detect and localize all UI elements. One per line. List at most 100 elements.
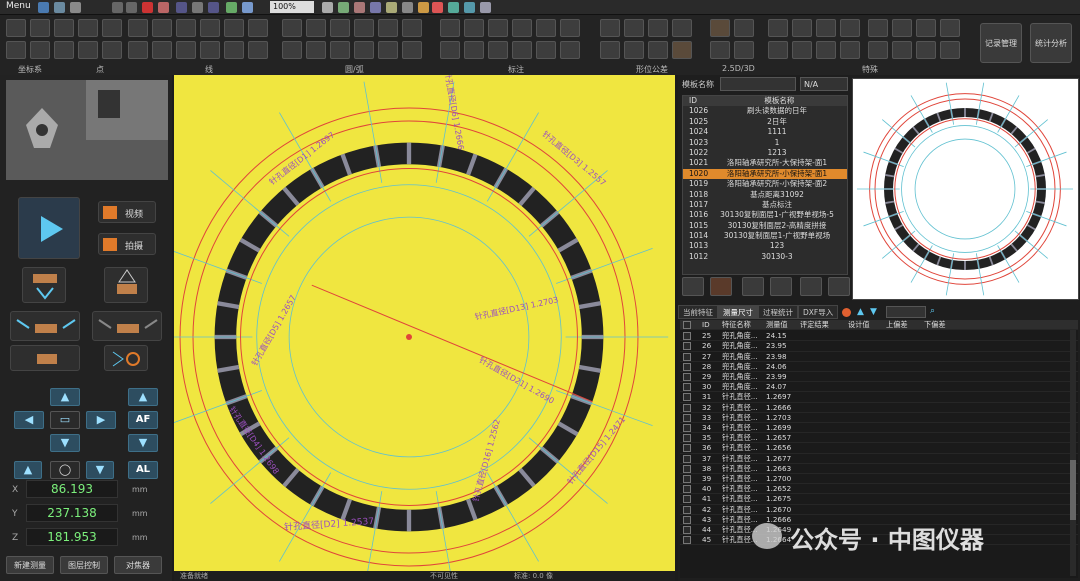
table-row[interactable]: 26 兜孔角度... 23.95: [680, 341, 1078, 352]
table-row[interactable]: 1018 基点距离31092: [683, 190, 847, 200]
tab-current-feature[interactable]: 当前特征: [678, 305, 718, 319]
row-checkbox[interactable]: [683, 393, 691, 402]
ring-light-button[interactable]: [22, 267, 66, 303]
capture-button[interactable]: 拍摄: [98, 233, 156, 255]
stop-icon[interactable]: [142, 2, 153, 13]
z-up-button[interactable]: ▲: [128, 388, 158, 406]
ribbon-tool-icon[interactable]: [440, 19, 460, 37]
ribbon-tool-icon[interactable]: [152, 41, 172, 59]
ribbon-tool-icon[interactable]: [176, 41, 196, 59]
table-row[interactable]: 37 针孔直径... 1.2677: [680, 454, 1078, 464]
row-checkbox[interactable]: [683, 413, 691, 422]
ribbon-tool-icon[interactable]: [248, 19, 268, 37]
table-row[interactable]: 36 针孔直径... 1.2656: [680, 443, 1078, 454]
ribbon-tool-icon[interactable]: [378, 41, 398, 59]
ribbon-tool-icon[interactable]: [768, 19, 788, 37]
tool-icon[interactable]: [192, 2, 203, 13]
table-row[interactable]: 1022 1213: [683, 148, 847, 158]
ribbon-tool-icon[interactable]: [512, 41, 532, 59]
move-left-button[interactable]: ◀: [14, 411, 44, 429]
scrollbar-thumb[interactable]: [1070, 460, 1076, 520]
settings-icon[interactable]: [432, 2, 443, 13]
ribbon-tool-icon[interactable]: [128, 41, 148, 59]
tool-icon[interactable]: [402, 2, 413, 13]
ribbon-tool-icon[interactable]: [176, 19, 196, 37]
ribbon-tool-icon[interactable]: [6, 41, 26, 59]
row-checkbox[interactable]: [683, 424, 691, 432]
measurement-canvas[interactable]: 针孔直径[D2] 1.2537 针孔直径[D13] 1.2703 针孔直径[D5…: [174, 75, 675, 571]
tab-process-stats[interactable]: 过程统计: [758, 305, 798, 319]
search-icon[interactable]: ⌕: [930, 306, 935, 316]
ribbon-tool-icon[interactable]: [868, 19, 888, 37]
light-gear-button[interactable]: [104, 345, 148, 371]
tool-icon[interactable]: [338, 2, 349, 13]
tool-icon[interactable]: [418, 2, 429, 13]
ribbon-tool-icon[interactable]: [224, 41, 244, 59]
move-up-button[interactable]: ▲: [50, 388, 80, 406]
ribbon-tool-icon[interactable]: [402, 19, 422, 37]
tab-dxf-import[interactable]: DXF导入: [798, 305, 839, 319]
ribbon-tool-icon[interactable]: [648, 19, 668, 37]
arrow-up-icon[interactable]: ▲: [857, 307, 864, 317]
table-row[interactable]: 30 兜孔角度... 24.07: [680, 382, 1078, 393]
ribbon-tool-icon[interactable]: [710, 19, 730, 37]
ribbon-tool-icon[interactable]: [536, 41, 556, 59]
tool-icon[interactable]: [480, 2, 491, 13]
ribbon-tool-icon[interactable]: [792, 41, 812, 59]
ribbon-tool-icon[interactable]: [248, 41, 268, 59]
play-button[interactable]: [18, 197, 80, 259]
ribbon-tool-icon[interactable]: [488, 41, 508, 59]
table-row[interactable]: 27 兜孔角度... 23.98: [680, 352, 1078, 362]
ribbon-tool-icon[interactable]: [54, 41, 74, 59]
table-row[interactable]: 39 针孔直径... 1.2700: [680, 474, 1078, 485]
table-row[interactable]: 32 针孔直径... 1.2666: [680, 403, 1078, 413]
row-checkbox[interactable]: [683, 444, 691, 453]
tool-icon[interactable]: [448, 2, 459, 13]
tool-icon[interactable]: [370, 2, 381, 13]
ribbon-tool-icon[interactable]: [102, 41, 122, 59]
row-checkbox[interactable]: [683, 536, 691, 545]
table-row[interactable]: 38 针孔直径... 1.2663: [680, 464, 1078, 474]
table-row[interactable]: 1026 刷头读数据的日年: [683, 106, 847, 116]
table-row[interactable]: 1020 洛阳轴承研究所-小保持架-面1: [683, 168, 847, 180]
print-icon[interactable]: [70, 2, 81, 13]
export-icon[interactable]: [828, 277, 850, 296]
ribbon-tool-icon[interactable]: [128, 19, 148, 37]
table-row[interactable]: 1012 30130-3: [683, 252, 847, 262]
ribbon-tool-icon[interactable]: [330, 41, 350, 59]
row-checkbox[interactable]: [683, 362, 691, 371]
table-row[interactable]: 1013 123: [683, 241, 847, 251]
table-row[interactable]: 1025 2日年: [683, 117, 847, 127]
row-checkbox[interactable]: [683, 495, 691, 504]
ribbon-tool-icon[interactable]: [916, 41, 936, 59]
ribbon-tool-icon[interactable]: [402, 41, 422, 59]
ribbon-tool-icon[interactable]: [840, 41, 860, 59]
ribbon-tool-icon[interactable]: [200, 41, 220, 59]
ribbon-tool-icon[interactable]: [512, 19, 532, 37]
table-row[interactable]: 42 针孔直径... 1.2670: [680, 505, 1078, 515]
arrow-down-icon[interactable]: ▼: [870, 307, 877, 317]
refresh-icon[interactable]: [800, 277, 822, 296]
ribbon-tool-icon[interactable]: [330, 19, 350, 37]
new-measure-button[interactable]: 新建测量: [6, 556, 54, 574]
row-checkbox[interactable]: [683, 342, 691, 351]
ribbon-tool-icon[interactable]: [30, 19, 50, 37]
row-checkbox[interactable]: [683, 403, 691, 412]
table-row[interactable]: 1015 30130复制面层2-高精度拼接: [683, 221, 847, 231]
ribbon-tool-icon[interactable]: [868, 41, 888, 59]
search-input[interactable]: [886, 306, 926, 318]
table-row[interactable]: 40 针孔直径... 1.2652: [680, 484, 1078, 495]
ribbon-tool-icon[interactable]: [672, 19, 692, 37]
statistics-button[interactable]: 统计分析: [1030, 23, 1072, 63]
row-checkbox[interactable]: [683, 475, 691, 483]
ribbon-tool-icon[interactable]: [54, 19, 74, 37]
template-name-input[interactable]: [720, 77, 796, 91]
table-row[interactable]: 35 针孔直径... 1.2657: [680, 433, 1078, 444]
ribbon-tool-icon[interactable]: [940, 19, 960, 37]
table-row[interactable]: 31 针孔直径... 1.2697: [680, 392, 1078, 403]
row-checkbox[interactable]: [683, 526, 691, 534]
table-row[interactable]: 1021 洛阳轴承研究所-大保持架-面1: [683, 158, 847, 168]
ribbon-tool-icon[interactable]: [488, 19, 508, 37]
light-up-button[interactable]: ▲: [14, 461, 42, 479]
record-management-button[interactable]: 记录管理: [980, 23, 1022, 63]
